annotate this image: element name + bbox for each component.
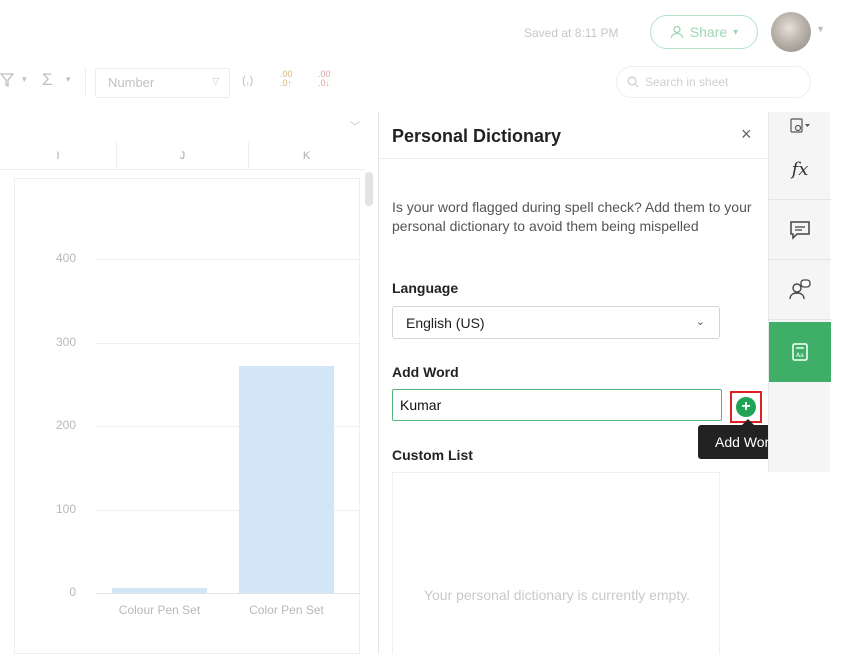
x-tick-label: Colour Pen Set	[118, 603, 201, 617]
language-label: Language	[392, 280, 459, 296]
filter-icon[interactable]	[0, 72, 15, 91]
sum-dropdown-icon[interactable]: ▾	[66, 74, 71, 85]
collaborate-icon[interactable]	[769, 260, 831, 320]
avatar[interactable]	[771, 12, 811, 52]
language-value: English (US)	[406, 315, 485, 331]
number-format-select[interactable]: Number ▽	[95, 68, 230, 98]
dictionary-icon[interactable]: Aa	[769, 322, 831, 382]
sheet-search-input[interactable]: Search in sheet	[616, 66, 811, 98]
empty-list-message: Your personal dictionary is currently em…	[423, 587, 691, 603]
user-icon	[670, 25, 683, 39]
column-header-i[interactable]: I	[0, 142, 117, 170]
y-tick-label: 0	[69, 585, 76, 599]
chevron-down-icon: ▾	[733, 26, 739, 38]
y-tick-label: 400	[55, 251, 76, 265]
column-header-j[interactable]: J	[117, 142, 249, 170]
top-header: Saved at 8:11 PM Share ▾ ▼	[0, 0, 849, 62]
panel-title: Personal Dictionary	[392, 126, 562, 146]
number-format-value: Number	[108, 75, 155, 90]
custom-list-label: Custom List	[392, 447, 473, 463]
vertical-scrollbar[interactable]	[365, 172, 373, 206]
y-tick-label: 300	[55, 334, 76, 349]
custom-word-list: Your personal dictionary is currently em…	[392, 472, 720, 654]
chart-bar[interactable]	[239, 365, 334, 593]
plus-circle-icon: +	[736, 397, 756, 417]
view-settings-icon[interactable]	[769, 112, 831, 140]
gridline	[96, 259, 360, 260]
increase-decimal-icon[interactable]: .00.0↑	[280, 70, 293, 88]
toolbar-divider	[85, 68, 86, 96]
comment-icon[interactable]	[769, 200, 831, 260]
y-tick-label: 200	[55, 418, 76, 432]
decrease-decimal-icon[interactable]: .00.0↓	[318, 70, 331, 88]
add-word-input[interactable]	[392, 389, 722, 421]
language-select[interactable]: English (US) ⌄	[392, 306, 720, 339]
panel-description: Is your word flagged during spell check?…	[392, 199, 752, 234]
close-icon[interactable]: ×	[741, 124, 752, 145]
search-placeholder: Search in sheet	[645, 75, 729, 89]
chevron-down-icon: ⌄	[695, 316, 705, 328]
chevron-down-icon: ▽	[212, 76, 219, 86]
filter-dropdown-icon[interactable]: ▾	[22, 74, 27, 85]
share-button[interactable]: Share ▾	[650, 15, 758, 49]
gridline	[96, 342, 360, 344]
collapse-chevron-icon[interactable]: ﹀	[350, 118, 360, 133]
saved-status: Saved at 8:11 PM	[524, 26, 619, 40]
share-label: Share	[689, 24, 728, 40]
right-side-rail: fx Aa	[768, 112, 831, 472]
gridline	[96, 593, 360, 594]
y-tick-label: 100	[55, 501, 76, 516]
x-tick-label: Color Pen Set	[249, 603, 324, 617]
column-header-k[interactable]: K	[249, 142, 364, 170]
divider	[379, 158, 769, 159]
personal-dictionary-panel: Personal Dictionary × Is your word flagg…	[378, 112, 794, 654]
add-word-label: Add Word	[392, 364, 459, 380]
thousand-separator-icon[interactable]: (,)	[242, 73, 253, 87]
sum-icon[interactable]: Σ	[42, 70, 53, 90]
svg-text:Aa: Aa	[796, 352, 804, 359]
search-icon	[627, 76, 639, 88]
function-icon[interactable]: fx	[769, 140, 831, 200]
caret-down-icon[interactable]: ▼	[816, 24, 825, 34]
chart-bar[interactable]	[112, 587, 207, 593]
